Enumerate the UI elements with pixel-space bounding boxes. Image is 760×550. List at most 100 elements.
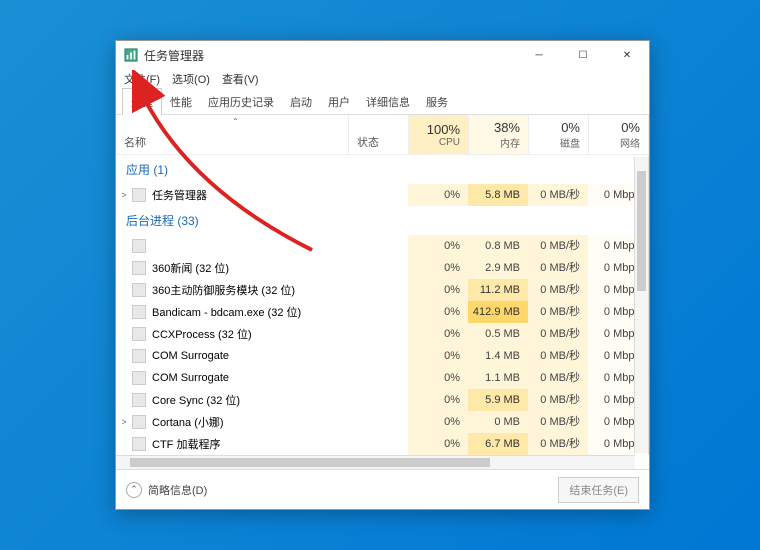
close-button[interactable]: ✕ bbox=[605, 41, 649, 69]
window-title: 任务管理器 bbox=[144, 47, 517, 64]
cell-memory: 0.8 MB bbox=[468, 235, 528, 257]
col-disk[interactable]: 0% 磁盘 bbox=[529, 115, 589, 154]
col-cpu[interactable]: 100% CPU bbox=[409, 115, 469, 154]
cell-disk: 0 MB/秒 bbox=[528, 279, 588, 301]
group-apps: 应用 (1) bbox=[116, 155, 648, 184]
process-row[interactable]: CTF 加载程序0%6.7 MB0 MB/秒0 Mbps bbox=[116, 433, 648, 455]
footer: ⌃ 简略信息(D) 结束任务(E) bbox=[116, 469, 649, 509]
cell-cpu: 0% bbox=[408, 411, 468, 433]
cell-disk: 0 MB/秒 bbox=[528, 345, 588, 367]
cell-disk: 0 MB/秒 bbox=[528, 389, 588, 411]
cpu-label: CPU bbox=[413, 137, 460, 148]
process-name: CTF 加载程序 bbox=[132, 436, 348, 452]
expand-chevron-icon[interactable]: > bbox=[116, 417, 132, 427]
process-name: Core Sync (32 位) bbox=[132, 392, 348, 408]
fewer-details-toggle[interactable]: ⌃ 简略信息(D) bbox=[126, 482, 207, 498]
menu-view[interactable]: 查看(V) bbox=[222, 71, 259, 87]
cell-memory: 6.7 MB bbox=[468, 433, 528, 455]
process-icon bbox=[132, 239, 146, 253]
col-status-label: 状态 bbox=[357, 134, 379, 150]
process-row[interactable]: CCXProcess (32 位)0%0.5 MB0 MB/秒0 Mbps bbox=[116, 323, 648, 345]
tab-users[interactable]: 用户 bbox=[320, 89, 358, 114]
horizontal-scrollbar[interactable] bbox=[116, 455, 635, 469]
col-memory[interactable]: 38% 内存 bbox=[469, 115, 529, 154]
memory-pct: 38% bbox=[473, 120, 520, 135]
menubar: 文件(F) 选项(O) 查看(V) bbox=[116, 69, 649, 89]
network-pct: 0% bbox=[593, 120, 640, 135]
tabbar: 进程 性能 应用历史记录 启动 用户 详细信息 服务 bbox=[116, 89, 649, 115]
disk-pct: 0% bbox=[533, 120, 580, 135]
tab-performance[interactable]: 性能 bbox=[162, 89, 200, 114]
network-label: 网络 bbox=[593, 135, 640, 150]
process-row[interactable]: 360新闻 (32 位)0%2.9 MB0 MB/秒0 Mbps bbox=[116, 257, 648, 279]
process-icon bbox=[132, 283, 146, 297]
process-icon bbox=[132, 371, 146, 385]
cell-cpu: 0% bbox=[408, 184, 468, 206]
maximize-button[interactable]: ☐ bbox=[561, 41, 605, 69]
cpu-pct: 100% bbox=[413, 122, 460, 137]
cell-disk: 0 MB/秒 bbox=[528, 367, 588, 389]
cell-cpu: 0% bbox=[408, 257, 468, 279]
cell-memory: 0.5 MB bbox=[468, 323, 528, 345]
process-name: 360主动防御服务模块 (32 位) bbox=[132, 282, 348, 298]
cell-memory: 5.9 MB bbox=[468, 389, 528, 411]
cell-memory: 1.4 MB bbox=[468, 345, 528, 367]
process-row[interactable]: >任务管理器0%5.8 MB0 MB/秒0 Mbps bbox=[116, 184, 648, 206]
cell-disk: 0 MB/秒 bbox=[528, 323, 588, 345]
process-row[interactable]: 0%0.8 MB0 MB/秒0 Mbps bbox=[116, 235, 648, 257]
cell-disk: 0 MB/秒 bbox=[528, 184, 588, 206]
process-row[interactable]: >Cortana (小娜)0%0 MB0 MB/秒0 Mbps bbox=[116, 411, 648, 433]
end-task-button[interactable]: 结束任务(E) bbox=[558, 477, 639, 503]
col-network[interactable]: 0% 网络 bbox=[589, 115, 649, 154]
fewer-details-label: 简略信息(D) bbox=[148, 482, 207, 498]
cell-disk: 0 MB/秒 bbox=[528, 411, 588, 433]
process-icon bbox=[132, 327, 146, 341]
cell-cpu: 0% bbox=[408, 367, 468, 389]
cell-cpu: 0% bbox=[408, 433, 468, 455]
process-icon bbox=[132, 305, 146, 319]
process-icon bbox=[132, 393, 146, 407]
vscroll-thumb[interactable] bbox=[637, 171, 646, 291]
cell-disk: 0 MB/秒 bbox=[528, 235, 588, 257]
process-name: 任务管理器 bbox=[132, 187, 348, 203]
col-status[interactable]: 状态 bbox=[349, 115, 409, 154]
cell-disk: 0 MB/秒 bbox=[528, 301, 588, 323]
cell-disk: 0 MB/秒 bbox=[528, 433, 588, 455]
menu-file[interactable]: 文件(F) bbox=[124, 71, 160, 87]
titlebar[interactable]: 任务管理器 ─ ☐ ✕ bbox=[116, 41, 649, 69]
col-name[interactable]: ⌃ 名称 bbox=[116, 115, 349, 154]
process-row[interactable]: Bandicam - bdcam.exe (32 位) 0%412.9 MB0 M… bbox=[116, 301, 648, 323]
process-icon bbox=[132, 188, 146, 202]
process-name: Bandicam - bdcam.exe (32 位) bbox=[132, 304, 348, 320]
tab-startup[interactable]: 启动 bbox=[282, 89, 320, 114]
process-icon bbox=[132, 261, 146, 275]
cell-cpu: 0% bbox=[408, 389, 468, 411]
cell-memory: 2.9 MB bbox=[468, 257, 528, 279]
tab-details[interactable]: 详细信息 bbox=[358, 89, 418, 114]
group-background: 后台进程 (33) bbox=[116, 206, 648, 235]
vertical-scrollbar[interactable] bbox=[634, 157, 648, 453]
tab-services[interactable]: 服务 bbox=[418, 89, 456, 114]
app-icon bbox=[124, 48, 138, 62]
process-row[interactable]: COM Surrogate0%1.1 MB0 MB/秒0 Mbps bbox=[116, 367, 648, 389]
menu-options[interactable]: 选项(O) bbox=[172, 71, 210, 87]
cell-memory: 1.1 MB bbox=[468, 367, 528, 389]
cell-memory: 412.9 MB bbox=[468, 301, 528, 323]
tab-app-history[interactable]: 应用历史记录 bbox=[200, 89, 282, 114]
cell-cpu: 0% bbox=[408, 301, 468, 323]
cell-memory: 11.2 MB bbox=[468, 279, 528, 301]
disk-label: 磁盘 bbox=[533, 135, 580, 150]
tab-processes[interactable]: 进程 bbox=[122, 88, 162, 115]
process-row[interactable]: 360主动防御服务模块 (32 位)0%11.2 MB0 MB/秒0 Mbps bbox=[116, 279, 648, 301]
process-row[interactable]: COM Surrogate0%1.4 MB0 MB/秒0 Mbps bbox=[116, 345, 648, 367]
cell-cpu: 0% bbox=[408, 323, 468, 345]
process-name: COM Surrogate bbox=[132, 349, 348, 363]
minimize-button[interactable]: ─ bbox=[517, 41, 561, 69]
chevron-up-icon: ⌃ bbox=[126, 482, 142, 498]
memory-label: 内存 bbox=[473, 135, 520, 150]
expand-chevron-icon[interactable]: > bbox=[116, 190, 132, 200]
hscroll-thumb[interactable] bbox=[130, 458, 490, 467]
process-list[interactable]: 应用 (1)>任务管理器0%5.8 MB0 MB/秒0 Mbps后台进程 (33… bbox=[116, 155, 649, 455]
cell-memory: 0 MB bbox=[468, 411, 528, 433]
process-row[interactable]: Core Sync (32 位)0%5.9 MB0 MB/秒0 Mbps bbox=[116, 389, 648, 411]
